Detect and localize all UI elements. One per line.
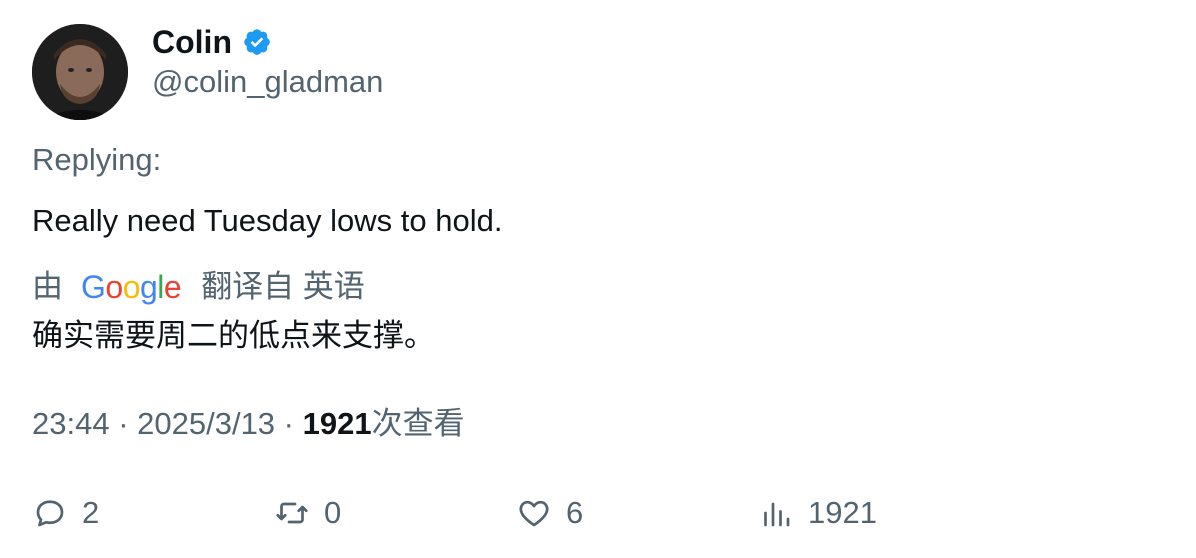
user-handle[interactable]: @colin_gladman — [152, 62, 383, 102]
tweet-time[interactable]: 23:44 — [32, 404, 110, 444]
like-button[interactable]: 6 — [516, 491, 583, 535]
retweet-count: 0 — [324, 495, 342, 530]
tweet-meta: 23:44 · 2025/3/13 · 1921 次查看 — [32, 404, 465, 444]
translation-prefix: 由 — [32, 269, 63, 304]
translation-attribution: 由 Google 翻译自 英语 — [32, 267, 365, 307]
retweet-icon — [276, 502, 308, 524]
heart-icon — [519, 500, 549, 527]
reply-icon — [36, 500, 64, 527]
tweet-date[interactable]: 2025/3/13 — [137, 404, 275, 444]
views-label: 次查看 — [371, 406, 465, 441]
tweet-text: Really need Tuesday lows to hold. — [32, 203, 503, 238]
meta-separator: · — [109, 406, 138, 441]
like-count: 6 — [566, 495, 584, 530]
translation-suffix: 翻译自 英语 — [201, 269, 365, 304]
analytics-bar-icon — [764, 502, 790, 527]
views-action-count: 1921 — [808, 495, 877, 530]
replying-label: Replying: — [32, 142, 162, 177]
action-bar: 2 0 6 1921 — [0, 491, 1196, 535]
reply-count: 2 — [82, 495, 100, 530]
views-button[interactable]: 1921 — [758, 491, 877, 535]
avatar-image — [32, 24, 128, 120]
verified-badge-icon — [244, 29, 270, 55]
display-name-row[interactable]: Colin — [152, 22, 272, 62]
retweet-button[interactable]: 0 — [274, 491, 341, 535]
reply-button[interactable]: 2 — [32, 491, 99, 535]
avatar[interactable] — [32, 24, 128, 120]
views-count: 1921 — [302, 406, 372, 441]
display-name[interactable]: Colin — [152, 22, 232, 62]
google-logo[interactable]: Google — [81, 267, 182, 307]
meta-separator: · — [275, 406, 303, 441]
translated-text: 确实需要周二的低点来支撑。 — [32, 318, 435, 353]
